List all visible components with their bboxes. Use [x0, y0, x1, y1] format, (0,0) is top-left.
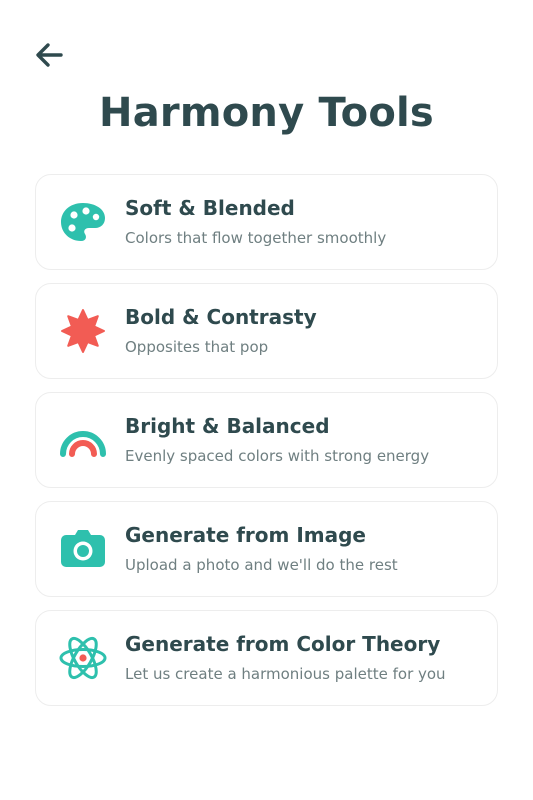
- tool-description: Opposites that pop: [125, 338, 269, 356]
- tool-card-bright-balanced[interactable]: Bright & Balanced Evenly spaced colors w…: [35, 392, 498, 488]
- tool-card-color-theory[interactable]: Generate from Color Theory Let us create…: [35, 610, 498, 706]
- tool-title: Bold & Contrasty: [125, 305, 317, 329]
- tool-title: Generate from Color Theory: [125, 632, 441, 656]
- tool-description: Let us create a harmonious palette for y…: [125, 665, 446, 683]
- tool-card-soft-blended[interactable]: Soft & Blended Colors that flow together…: [35, 174, 498, 270]
- tool-card-generate-image[interactable]: Generate from Image Upload a photo and w…: [35, 501, 498, 597]
- tool-title: Soft & Blended: [125, 196, 295, 220]
- back-button[interactable]: [30, 38, 68, 72]
- starburst-icon: [58, 306, 108, 356]
- tool-list: Soft & Blended Colors that flow together…: [35, 174, 498, 719]
- tool-description: Evenly spaced colors with strong energy: [125, 447, 430, 465]
- camera-icon: [58, 524, 108, 574]
- tool-description: Colors that flow together smoothly: [125, 229, 387, 247]
- palette-icon: [58, 197, 108, 247]
- tool-description: Upload a photo and we'll do the rest: [125, 556, 398, 574]
- tool-title: Generate from Image: [125, 523, 366, 547]
- arrow-left-icon: [36, 43, 63, 67]
- rainbow-icon: [58, 415, 108, 465]
- tool-title: Bright & Balanced: [125, 414, 330, 438]
- page-title: Harmony Tools: [99, 90, 434, 136]
- tool-card-bold-contrasty[interactable]: Bold & Contrasty Opposites that pop: [35, 283, 498, 379]
- atom-icon: [58, 633, 108, 683]
